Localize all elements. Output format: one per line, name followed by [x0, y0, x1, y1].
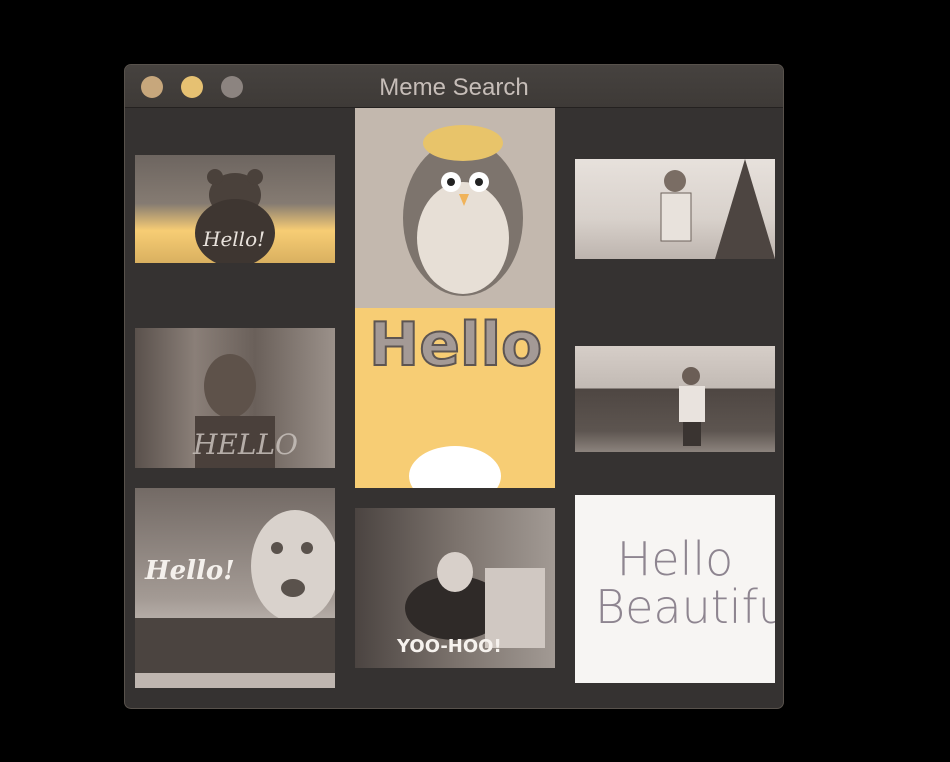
penguin-image: [355, 108, 555, 488]
caption-text: YOO-HOO!: [397, 636, 502, 657]
caption-text: Hello Beautiful: [595, 532, 775, 634]
face-image: [135, 510, 335, 688]
result-gif-hello-man[interactable]: HELLO: [135, 328, 335, 468]
title-bar[interactable]: Meme Search: [125, 65, 783, 108]
house-image: [679, 367, 705, 446]
man-outdoors-image: [660, 159, 775, 259]
result-gif-hello-beautiful[interactable]: Hello Beautiful: [575, 495, 775, 683]
window-title: Meme Search: [379, 74, 529, 101]
result-gif-man-outdoors[interactable]: [575, 159, 775, 259]
result-gif-bear[interactable]: Hello!: [135, 155, 335, 263]
caption-text: Hello!: [203, 227, 266, 251]
caption-text: Hello: [368, 309, 543, 381]
caption-text: HELLO: [193, 428, 298, 461]
app-window: Meme Search Hello! HELLO Hello! Hello YO…: [124, 64, 784, 709]
result-gif-yoo-hoo[interactable]: YOO-HOO!: [355, 508, 555, 668]
result-gif-house[interactable]: [575, 346, 775, 452]
result-gif-face[interactable]: Hello!: [135, 488, 335, 688]
result-gif-penguin[interactable]: Hello: [355, 108, 555, 488]
caption-text: Hello!: [145, 556, 235, 586]
